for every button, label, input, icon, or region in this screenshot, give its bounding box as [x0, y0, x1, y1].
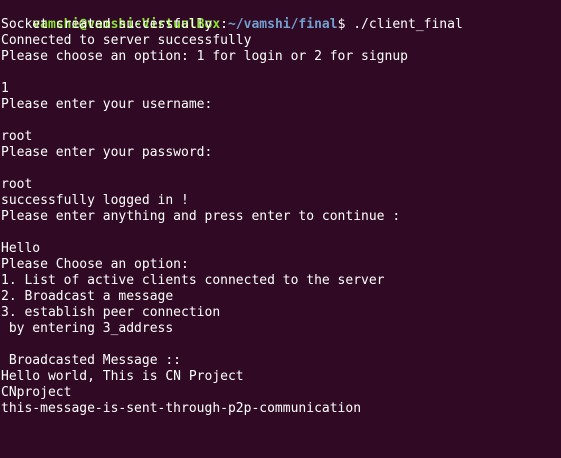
output-line: 1	[1, 81, 9, 96]
output-line: 3. establish peer connection	[1, 305, 221, 320]
prompt-colon: :	[220, 17, 228, 32]
output-line: Please Choose an option:	[1, 257, 189, 272]
prompt-symbol: $	[337, 17, 354, 32]
output-line: Please enter anything and press enter to…	[1, 209, 401, 224]
output-line: successfully logged in !	[1, 193, 189, 208]
prompt-line: vamshi@vamshi-VirtualBox:~/vamshi/final$…	[1, 1, 561, 32]
output-line: 1. List of active clients connected to t…	[1, 273, 385, 288]
output-line: Please choose an option: 1 for login or …	[1, 49, 408, 64]
output-line: this-message-is-sent-through-p2p-communi…	[1, 401, 362, 416]
output-line: Hello	[1, 241, 41, 256]
output-line: CNproject	[1, 385, 72, 400]
output-line: root	[1, 129, 33, 144]
output-line: root	[1, 177, 33, 192]
output-line: Connected to server successfully	[1, 33, 252, 48]
output-line: Hello world, This is CN Project	[1, 369, 244, 384]
terminal-window[interactable]: vamshi@vamshi-VirtualBox:~/vamshi/final$…	[0, 0, 561, 458]
prompt-command: ./client_final	[353, 17, 463, 32]
output-line: Please enter your password:	[1, 145, 213, 160]
output-line: Please enter your username:	[1, 97, 213, 112]
output-line: Broadcasted Message ::	[1, 353, 182, 368]
output-line: by entering 3_address	[1, 321, 174, 336]
output-line: 2. Broadcast a message	[1, 289, 174, 304]
prompt-path: ~/vamshi/final	[227, 17, 338, 32]
